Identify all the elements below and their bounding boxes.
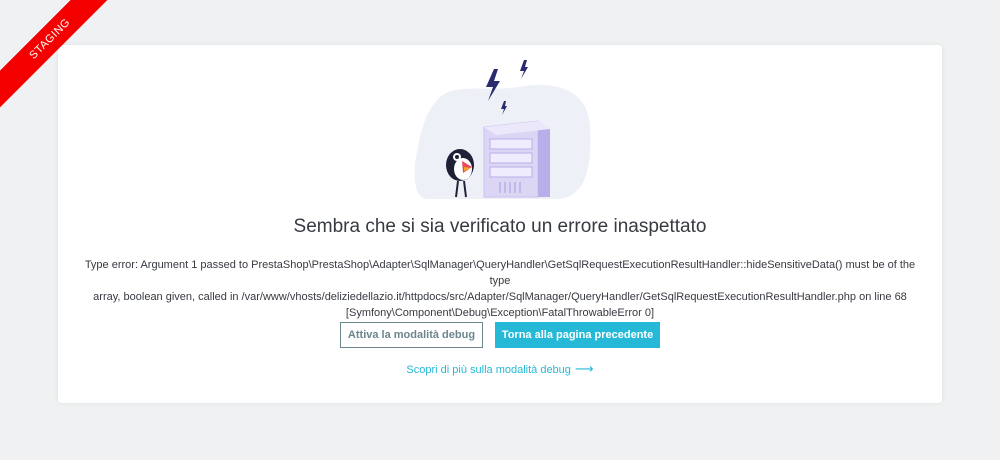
learn-more-label: Scopri di più sulla modalità debug [406, 364, 571, 376]
learn-more-debug-link[interactable]: Scopri di più sulla modalità debug ⟶ [58, 361, 942, 377]
lightning-icon [520, 60, 528, 79]
error-line: array, boolean given, called in /var/www… [93, 291, 907, 303]
error-card: Sembra che si sia verificato un errore i… [58, 45, 942, 403]
page-title: Sembra che si sia verificato un errore i… [293, 216, 707, 237]
error-line: Type error: Argument 1 passed to PrestaS… [84, 259, 916, 287]
error-line: [Symfony\Component\Debug\Exception\Fatal… [345, 307, 655, 319]
enable-debug-button[interactable]: Attiva la modalità debug [340, 322, 483, 348]
arrow-right-icon: ⟶ [574, 361, 594, 376]
drive-bay-2 [489, 152, 533, 164]
error-message: Type error: Argument 1 passed to PrestaS… [78, 257, 922, 321]
server-side [538, 121, 550, 197]
go-back-button[interactable]: Torna alla pagina precedente [495, 322, 660, 348]
drive-bay-1 [489, 138, 533, 150]
staging-ribbon: STAGING [0, 0, 110, 110]
server-error-illustration [414, 60, 591, 199]
drive-bay-3 [489, 166, 533, 178]
staging-label: STAGING [0, 0, 110, 110]
